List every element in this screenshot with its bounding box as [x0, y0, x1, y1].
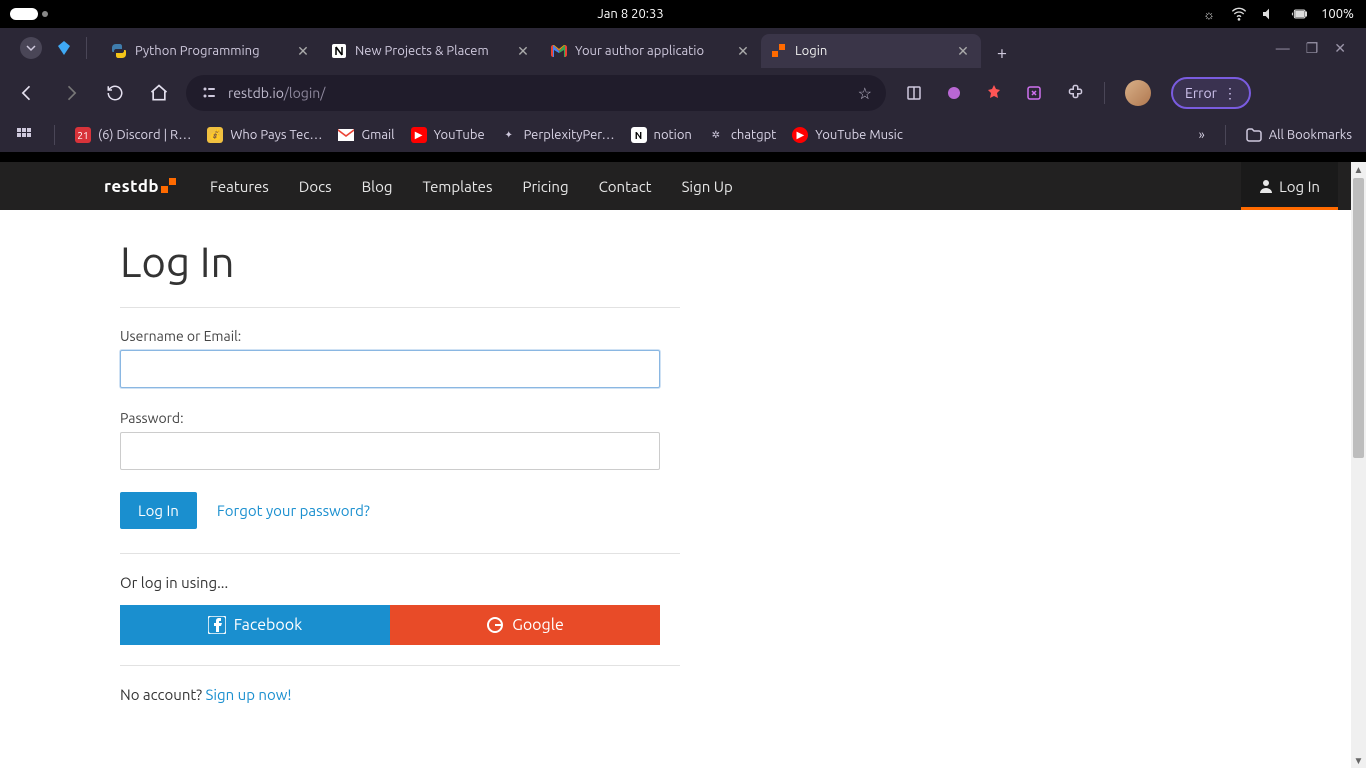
nav-contact[interactable]: Contact	[599, 178, 652, 195]
close-icon[interactable]: ✕	[955, 43, 971, 59]
or-label: Or log in using...	[120, 574, 680, 591]
site-header: restdb Features Docs Blog Templates Pric…	[0, 162, 1366, 210]
browser-chrome: Python Programming ✕ New Projects & Plac…	[0, 28, 1366, 152]
brightness-icon: ☼	[1201, 6, 1217, 22]
tab-login[interactable]: Login ✕	[761, 34, 981, 68]
extension-box-icon[interactable]	[1024, 83, 1044, 103]
password-input[interactable]	[120, 432, 660, 470]
wifi-icon	[1231, 6, 1247, 22]
tab-label: Your author applicatio	[575, 44, 727, 58]
password-label: Password:	[120, 410, 680, 426]
signup-link[interactable]: Sign up now!	[206, 686, 292, 703]
google-login-button[interactable]: Google	[390, 605, 660, 645]
all-bookmarks-button[interactable]: All Bookmarks	[1246, 127, 1352, 143]
tab-strip: Python Programming ✕ New Projects & Plac…	[0, 28, 1366, 68]
scroll-down-button[interactable]: ▼	[1351, 753, 1366, 768]
maximize-button[interactable]: ❐	[1306, 40, 1319, 57]
new-tab-button[interactable]: +	[987, 38, 1017, 68]
tab-notion[interactable]: New Projects & Placem ✕	[321, 34, 541, 68]
apps-icon[interactable]	[14, 125, 34, 145]
nav-docs[interactable]: Docs	[299, 178, 332, 195]
page-viewport: restdb Features Docs Blog Templates Pric…	[0, 162, 1366, 768]
bookmark-notion[interactable]: Nnotion	[631, 127, 692, 143]
page-title: Log In	[120, 238, 680, 285]
extension-color-icon[interactable]	[984, 83, 1004, 103]
close-icon[interactable]: ✕	[295, 43, 311, 59]
python-icon	[111, 43, 127, 59]
bookmark-gmail[interactable]: Gmail	[338, 127, 394, 143]
close-window-button[interactable]: ✕	[1334, 40, 1346, 57]
nav-login[interactable]: Log In	[1241, 162, 1338, 210]
home-button[interactable]	[142, 76, 176, 110]
divider	[1225, 125, 1226, 145]
close-icon[interactable]: ✕	[515, 43, 531, 59]
system-tray[interactable]: ☼ 100%	[1201, 6, 1366, 22]
close-icon[interactable]: ✕	[735, 43, 751, 59]
forgot-password-link[interactable]: Forgot your password?	[217, 502, 370, 519]
username-input[interactable]	[120, 350, 660, 388]
bookmarks-bar: 21(6) Discord | R… 💰Who Pays Tec… Gmail …	[0, 118, 1366, 152]
tab-gmail[interactable]: Your author applicatio ✕	[541, 34, 761, 68]
nav-pricing[interactable]: Pricing	[522, 178, 568, 195]
divider	[54, 125, 55, 145]
profile-avatar[interactable]	[1125, 80, 1151, 106]
activities[interactable]	[0, 8, 60, 20]
no-account-text: No account? Sign up now!	[120, 686, 680, 703]
extension-ai-icon[interactable]	[944, 83, 964, 103]
notion-icon	[331, 43, 347, 59]
google-icon	[486, 616, 504, 634]
gmail-icon	[551, 43, 567, 59]
nav-templates[interactable]: Templates	[423, 178, 493, 195]
bookmarks-overflow-icon[interactable]: »	[1199, 128, 1205, 142]
battery-icon	[1291, 6, 1307, 22]
divider	[120, 553, 680, 554]
tab-label: Python Programming	[135, 44, 287, 58]
divider	[86, 37, 87, 59]
restdb-icon	[771, 43, 787, 59]
volume-icon	[1261, 6, 1277, 22]
divider	[1104, 82, 1105, 104]
site-logo[interactable]: restdb	[104, 176, 179, 196]
bookmark-youtube-music[interactable]: ▶YouTube Music	[792, 127, 903, 143]
reload-button[interactable]	[98, 76, 132, 110]
nav-blog[interactable]: Blog	[362, 178, 393, 195]
bookmark-whopays[interactable]: 💰Who Pays Tec…	[207, 127, 322, 143]
site-nav: Features Docs Blog Templates Pricing Con…	[210, 178, 733, 195]
tab-python[interactable]: Python Programming ✕	[101, 34, 321, 68]
bookmark-discord[interactable]: 21(6) Discord | R…	[75, 127, 191, 143]
divider	[120, 307, 680, 308]
tab-label: New Projects & Placem	[355, 44, 507, 58]
extension-reader-icon[interactable]	[904, 83, 924, 103]
site-settings-icon[interactable]	[200, 84, 218, 102]
login-button[interactable]: Log In	[120, 492, 197, 529]
system-clock[interactable]: Jan 8 20:33	[60, 7, 1201, 21]
minimize-button[interactable]: —	[1276, 40, 1290, 57]
error-pill[interactable]: Error⋮	[1171, 77, 1251, 109]
extensions-button[interactable]	[1064, 83, 1084, 103]
tab-label: Login	[795, 44, 947, 58]
bookmark-perplexity[interactable]: ✦PerplexityPer…	[501, 127, 615, 143]
url-text: restdb.io/login/	[228, 85, 325, 101]
login-form: Log In Username or Email: Password: Log …	[0, 210, 680, 743]
address-bar[interactable]: restdb.io/login/ ☆	[186, 75, 886, 111]
scroll-up-button[interactable]: ▲	[1351, 162, 1366, 177]
battery-percent: 100%	[1321, 7, 1354, 21]
back-button[interactable]	[10, 76, 44, 110]
username-label: Username or Email:	[120, 328, 680, 344]
nav-signup[interactable]: Sign Up	[682, 178, 733, 195]
bookmark-youtube[interactable]: ▶YouTube	[411, 127, 485, 143]
system-top-bar: Jan 8 20:33 ☼ 100%	[0, 0, 1366, 28]
facebook-login-button[interactable]: Facebook	[120, 605, 390, 645]
gem-icon[interactable]	[56, 40, 72, 56]
scrollbar-thumb[interactable]	[1353, 178, 1364, 458]
facebook-icon	[208, 616, 226, 634]
tab-search-button[interactable]	[20, 37, 42, 59]
bookmark-star-icon[interactable]: ☆	[858, 84, 872, 103]
user-icon	[1259, 179, 1273, 193]
forward-button[interactable]	[54, 76, 88, 110]
divider	[120, 665, 680, 666]
toolbar: restdb.io/login/ ☆ Error⋮	[0, 68, 1366, 118]
nav-features[interactable]: Features	[210, 178, 269, 195]
bookmark-chatgpt[interactable]: ✲chatgpt	[708, 127, 776, 143]
